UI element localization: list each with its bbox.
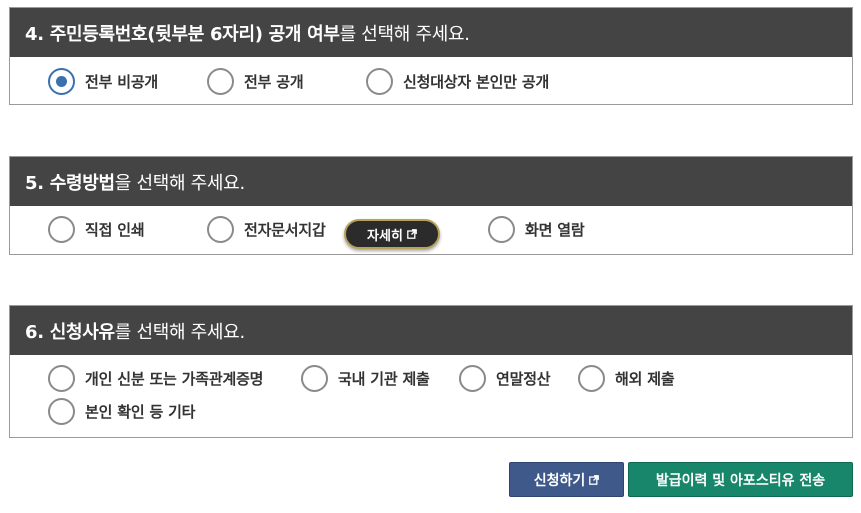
radio-label: 연말정산 xyxy=(496,370,551,388)
issuance-history-apostille-button[interactable]: 발급이력 및 아포스티유 전송 xyxy=(628,462,853,497)
section-rrn-disclosure: 4. 주민등록번호(뒷부분 6자리) 공개 여부 를 선택해 주세요. 전부 비공… xyxy=(9,7,853,105)
section-application-reason: 6. 신청사유 를 선택해 주세요. 개인 신분 또는 가족관계증명 국내 기관 … xyxy=(9,305,853,438)
radio-label: 본인 확인 등 기타 xyxy=(85,403,196,421)
radio-circle[interactable] xyxy=(366,68,393,95)
radio-label: 전부 비공개 xyxy=(85,73,159,91)
radio-all-public[interactable]: 전부 공개 xyxy=(207,68,304,95)
detail-button-label: 자세히 xyxy=(367,228,403,244)
radio-year-end-tax[interactable]: 연말정산 xyxy=(459,365,551,392)
radio-label: 해외 제출 xyxy=(615,370,675,388)
radio-label: 신청대상자 본인만 공개 xyxy=(403,73,550,91)
radio-domestic-agency[interactable]: 국내 기관 제출 xyxy=(301,365,430,392)
radio-circle[interactable] xyxy=(301,365,328,392)
section-title-rest: 를 선택해 주세요. xyxy=(339,23,470,45)
apply-button-label: 신청하기 xyxy=(533,472,586,489)
radio-label: 화면 열람 xyxy=(525,221,585,239)
radio-circle[interactable] xyxy=(207,68,234,95)
radio-label: 전부 공개 xyxy=(244,73,304,91)
section-title-rest: 를 선택해 주세요. xyxy=(114,321,245,343)
radio-e-wallet[interactable]: 전자문서지갑 xyxy=(207,216,326,243)
radio-circle[interactable] xyxy=(207,216,234,243)
section-header: 4. 주민등록번호(뒷부분 6자리) 공개 여부 를 선택해 주세요. xyxy=(10,8,852,57)
radio-label: 전자문서지갑 xyxy=(244,221,326,239)
apply-button[interactable]: 신청하기 xyxy=(509,462,624,497)
radio-circle[interactable] xyxy=(48,365,75,392)
radio-circle[interactable] xyxy=(48,68,75,95)
radio-all-private[interactable]: 전부 비공개 xyxy=(48,68,158,95)
radio-overseas[interactable]: 해외 제출 xyxy=(578,365,675,392)
radio-screen-view[interactable]: 화면 열람 xyxy=(488,216,585,243)
radio-circle[interactable] xyxy=(48,216,75,243)
external-link-icon xyxy=(589,474,600,485)
radio-circle[interactable] xyxy=(48,398,75,425)
radio-selected-dot xyxy=(56,76,67,87)
radio-personal-family[interactable]: 개인 신분 또는 가족관계증명 xyxy=(48,365,263,392)
section-header: 6. 신청사유 를 선택해 주세요. xyxy=(10,306,852,355)
radio-applicant-only[interactable]: 신청대상자 본인만 공개 xyxy=(366,68,549,95)
radio-circle[interactable] xyxy=(488,216,515,243)
section-title-bold: 6. 신청사유 xyxy=(25,321,115,343)
section-title-bold: 5. 수령방법 xyxy=(25,172,115,194)
history-button-label: 발급이력 및 아포스티유 전송 xyxy=(655,472,826,489)
radio-identity-other[interactable]: 본인 확인 등 기타 xyxy=(48,398,195,425)
section-title-bold: 4. 주민등록번호(뒷부분 6자리) 공개 여부 xyxy=(25,23,340,45)
section-header: 5. 수령방법 을 선택해 주세요. xyxy=(10,157,852,206)
radio-label: 개인 신분 또는 가족관계증명 xyxy=(85,370,264,388)
radio-label: 국내 기관 제출 xyxy=(338,370,430,388)
detail-button[interactable]: 자세히 xyxy=(344,219,440,249)
section-title-rest: 을 선택해 주세요. xyxy=(114,172,245,194)
external-link-icon xyxy=(407,229,417,239)
radio-direct-print[interactable]: 직접 인쇄 xyxy=(48,216,145,243)
radio-label: 직접 인쇄 xyxy=(85,221,145,239)
radio-circle[interactable] xyxy=(578,365,605,392)
radio-circle[interactable] xyxy=(459,365,486,392)
section-receipt-method: 5. 수령방법 을 선택해 주세요. 직접 인쇄 전자문서지갑 자세히 화면 열람 xyxy=(9,156,853,255)
